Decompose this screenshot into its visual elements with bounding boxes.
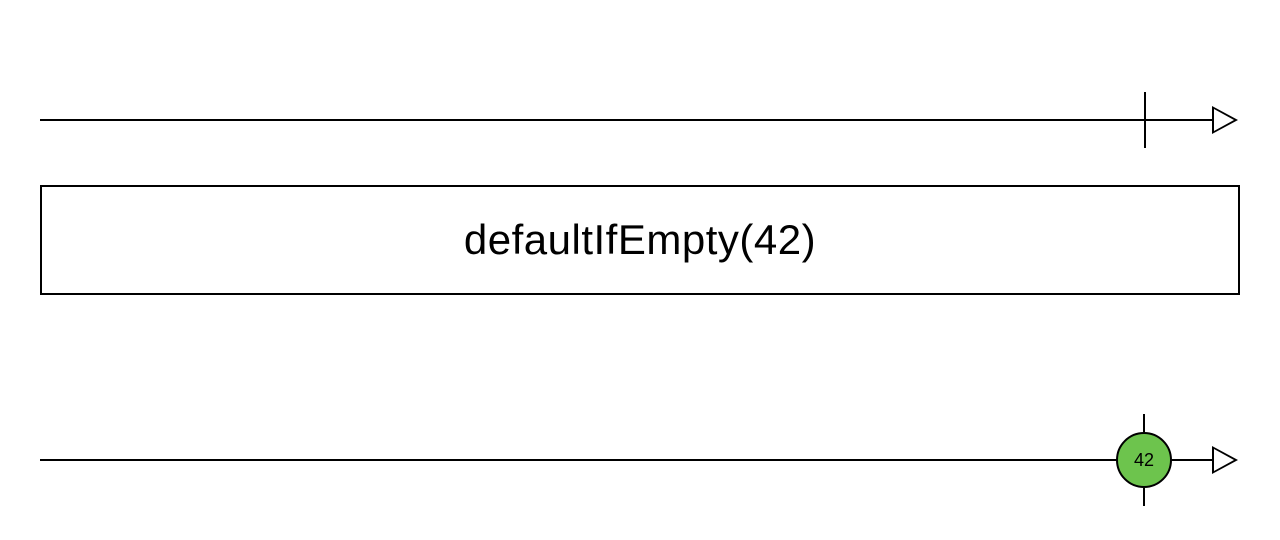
input-timeline (40, 90, 1240, 150)
operator-label: defaultIfEmpty(42) (464, 216, 816, 264)
marble-diagram: defaultIfEmpty(42) 42 (0, 0, 1280, 540)
marble-tick (1143, 488, 1145, 506)
output-timeline: 42 (40, 430, 1240, 490)
operator-box: defaultIfEmpty(42) (40, 185, 1240, 295)
timeline-line (40, 459, 1215, 461)
marble-tick (1143, 414, 1145, 432)
arrow-right-icon (1212, 446, 1238, 474)
marble-event: 42 (1116, 432, 1172, 488)
completion-marker (1144, 92, 1146, 148)
timeline-line (40, 119, 1215, 121)
arrow-right-icon (1212, 106, 1238, 134)
marble-value: 42 (1134, 450, 1154, 471)
